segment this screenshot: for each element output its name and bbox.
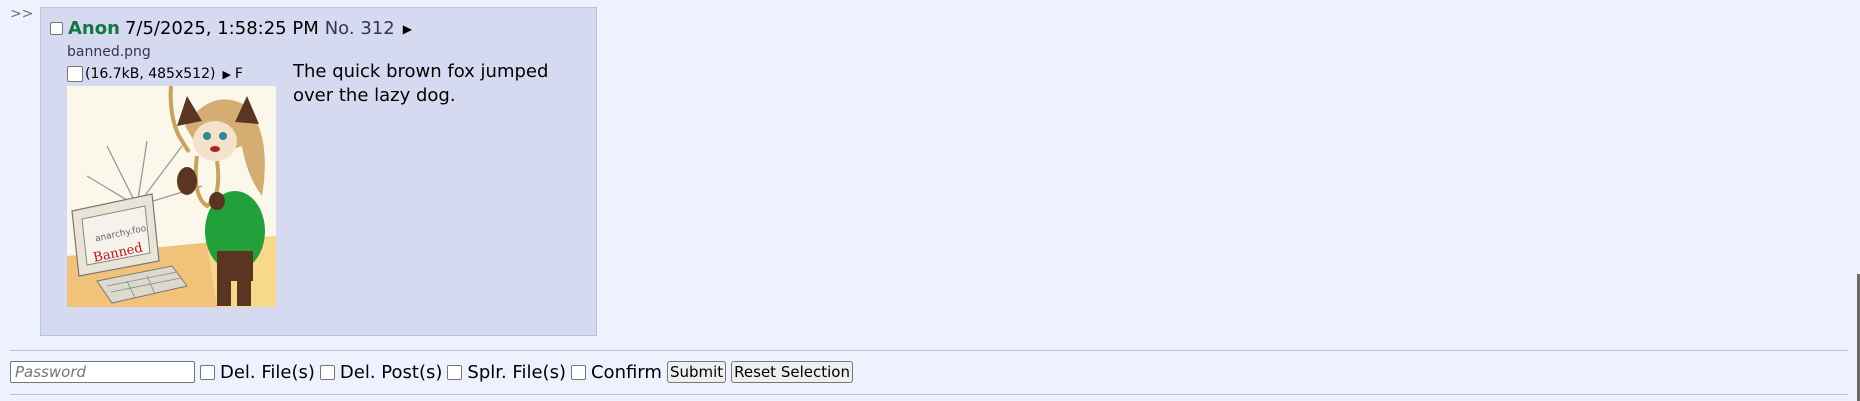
confirm-label: Confirm	[590, 361, 662, 383]
spoiler-files-option[interactable]: Splr. File(s)	[447, 362, 566, 383]
file-menu-arrow-icon[interactable]: ▶	[222, 68, 230, 81]
post-actions-form: Del. File(s) Del. Post(s) Splr. File(s) …	[10, 361, 853, 383]
file-menu-label[interactable]: F	[235, 66, 243, 82]
post-message: The quick brown fox jumped over the lazy…	[293, 61, 549, 106]
delete-posts-label: Del. Post(s)	[339, 361, 443, 383]
delete-files-checkbox[interactable]	[200, 364, 215, 380]
password-input[interactable]	[10, 361, 195, 383]
post-number-link[interactable]: No. 312	[325, 18, 395, 39]
delete-posts-checkbox[interactable]	[319, 364, 335, 380]
file-select-checkbox[interactable]	[67, 66, 83, 82]
form-bottom-divider	[10, 394, 1848, 395]
post-header: Anon 7/5/2025, 1:58:25 PM No. 312 ▶	[50, 18, 412, 39]
form-top-divider	[10, 350, 1848, 351]
post-date: 7/5/2025, 1:58:25 PM	[124, 18, 319, 39]
reset-selection-button[interactable]: Reset Selection	[731, 361, 853, 383]
confirm-option[interactable]: Confirm	[570, 361, 662, 383]
delete-files-label: Del. File(s)	[220, 361, 315, 383]
post-container: Anon 7/5/2025, 1:58:25 PM No. 312 ▶ bann…	[40, 7, 597, 336]
poster-name: Anon	[68, 18, 120, 39]
file-size-dimensions: (16.7kB, 485x512)	[85, 66, 216, 82]
delete-files-option[interactable]: Del. File(s)	[200, 362, 315, 383]
file-name-link[interactable]: banned.png	[67, 44, 151, 60]
post-select-checkbox[interactable]	[50, 22, 63, 35]
submit-button[interactable]: Submit	[666, 361, 727, 383]
spoiler-files-checkbox[interactable]	[447, 364, 463, 380]
post-menu-arrow-icon[interactable]: ▶	[403, 22, 412, 36]
confirm-checkbox[interactable]	[570, 364, 586, 380]
delete-posts-option[interactable]: Del. Post(s)	[319, 361, 443, 383]
thumbnail-image: anarchy.foo Banned	[67, 86, 276, 307]
post-backlink-arrows: >>	[10, 6, 34, 22]
spoiler-files-label: Splr. File(s)	[467, 361, 566, 383]
file-info: (16.7kB, 485x512) ▶ F	[67, 66, 243, 82]
file-thumbnail[interactable]: anarchy.foo Banned	[67, 86, 276, 307]
